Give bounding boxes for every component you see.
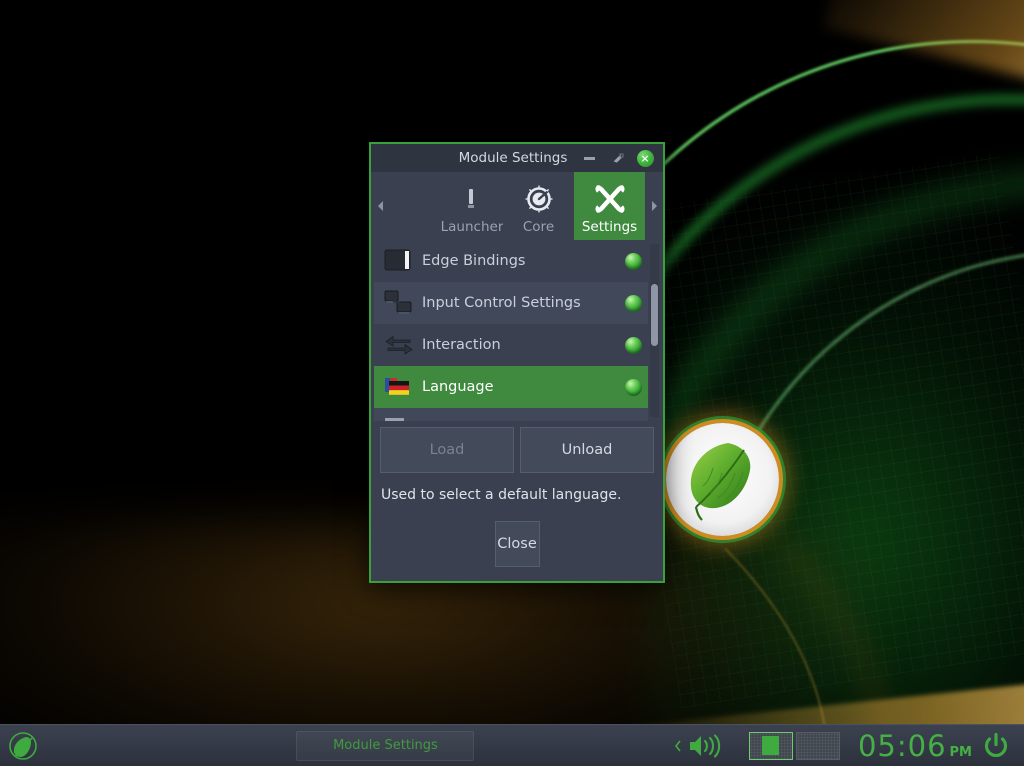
window-title: Module Settings [375, 150, 579, 166]
pager-cell-desktop-2[interactable] [796, 732, 840, 760]
module-loaded-led [625, 295, 642, 312]
edge-bindings-icon [382, 246, 416, 276]
wallpaper-orange-top-streak [823, 0, 1024, 90]
wallpaper-green-glow [640, 180, 1024, 766]
unload-button[interactable]: Unload [520, 427, 654, 473]
table-row[interactable]: Menu Settings [374, 408, 648, 421]
table-row[interactable]: Interaction [374, 324, 648, 366]
tabs-prev-arrow[interactable] [371, 172, 389, 240]
close-icon: × [637, 150, 654, 167]
row-label: Interaction [422, 337, 625, 353]
module-category-tabs[interactable]: Launcher [371, 172, 663, 240]
clock-time: 05:06 [858, 729, 947, 763]
chevron-left-small-icon [671, 736, 685, 756]
tab-settings[interactable]: Settings [574, 172, 645, 240]
volume-button[interactable] [665, 733, 735, 759]
start-menu-button[interactable] [0, 725, 46, 766]
minimize-button[interactable] [579, 148, 599, 168]
pager-cell-desktop-1[interactable] [749, 732, 793, 760]
close-dialog-button[interactable]: Close [495, 521, 540, 567]
bodhi-leaf-menu-icon [8, 731, 38, 761]
desktop-pager[interactable] [749, 732, 840, 760]
tab-core-label: Core [523, 219, 554, 235]
crossed-wrenches-icon [593, 181, 627, 217]
input-control-icon [382, 288, 416, 318]
module-loaded-led [625, 379, 642, 396]
module-list[interactable]: Edge Bindings Input Control Settings [374, 240, 660, 421]
module-loaded-led [625, 421, 642, 422]
load-button[interactable]: Load [380, 427, 514, 473]
clock[interactable]: 05:06 PM [854, 729, 972, 763]
module-description: Used to select a default language. [371, 479, 663, 507]
maximize-icon [611, 152, 624, 165]
task-button-module-settings[interactable]: Module Settings [296, 731, 474, 761]
table-row[interactable]: Language [374, 366, 648, 408]
window-titlebar[interactable]: Module Settings × [371, 144, 663, 172]
tabs-container: Launcher [389, 172, 645, 240]
menu-settings-icon [382, 414, 416, 421]
power-button-icon [982, 732, 1010, 760]
clock-ampm: PM [950, 745, 972, 760]
maximize-button[interactable] [607, 148, 627, 168]
row-label: Input Control Settings [422, 295, 625, 311]
launcher-icon [459, 181, 485, 217]
taskbar-shelf[interactable]: Module Settings [0, 724, 1024, 766]
tab-settings-label: Settings [582, 219, 637, 235]
tab-launcher[interactable]: Launcher [441, 172, 503, 240]
minimize-icon [584, 157, 595, 160]
row-label: Edge Bindings [422, 253, 625, 269]
wallpaper-grid-texture [603, 152, 1024, 708]
task-list: Module Settings [46, 725, 665, 766]
close-button[interactable]: × [635, 148, 655, 168]
pager-window-thumb [762, 736, 779, 755]
module-loaded-led [625, 337, 642, 354]
table-row[interactable]: Input Control Settings [374, 282, 648, 324]
tabs-next-arrow[interactable] [645, 172, 663, 240]
speaker-volume-icon [687, 733, 725, 759]
table-row[interactable]: Edge Bindings [374, 240, 648, 282]
bodhi-leaf-logo [666, 423, 779, 536]
close-row: Close [371, 507, 663, 581]
list-scrollbar[interactable] [650, 244, 659, 417]
chevron-left-icon [376, 200, 385, 212]
module-settings-window[interactable]: Module Settings × [369, 142, 665, 583]
desktop[interactable]: Module Settings × [0, 0, 1024, 766]
row-label: Language [422, 379, 625, 395]
titlebar-buttons: × [579, 148, 659, 168]
tab-core[interactable]: Core [503, 172, 574, 240]
module-loaded-led [625, 253, 642, 270]
tab-launcher-label: Launcher [441, 219, 503, 235]
module-actions: Load Unload [371, 421, 663, 479]
power-button[interactable] [972, 732, 1018, 760]
flags-icon [382, 372, 416, 402]
core-gauge-icon [523, 181, 555, 217]
system-tray: 05:06 PM [665, 725, 1024, 766]
list-scrollbar-thumb[interactable] [651, 284, 658, 346]
chevron-right-icon [650, 200, 659, 212]
interaction-arrows-icon [382, 330, 416, 360]
